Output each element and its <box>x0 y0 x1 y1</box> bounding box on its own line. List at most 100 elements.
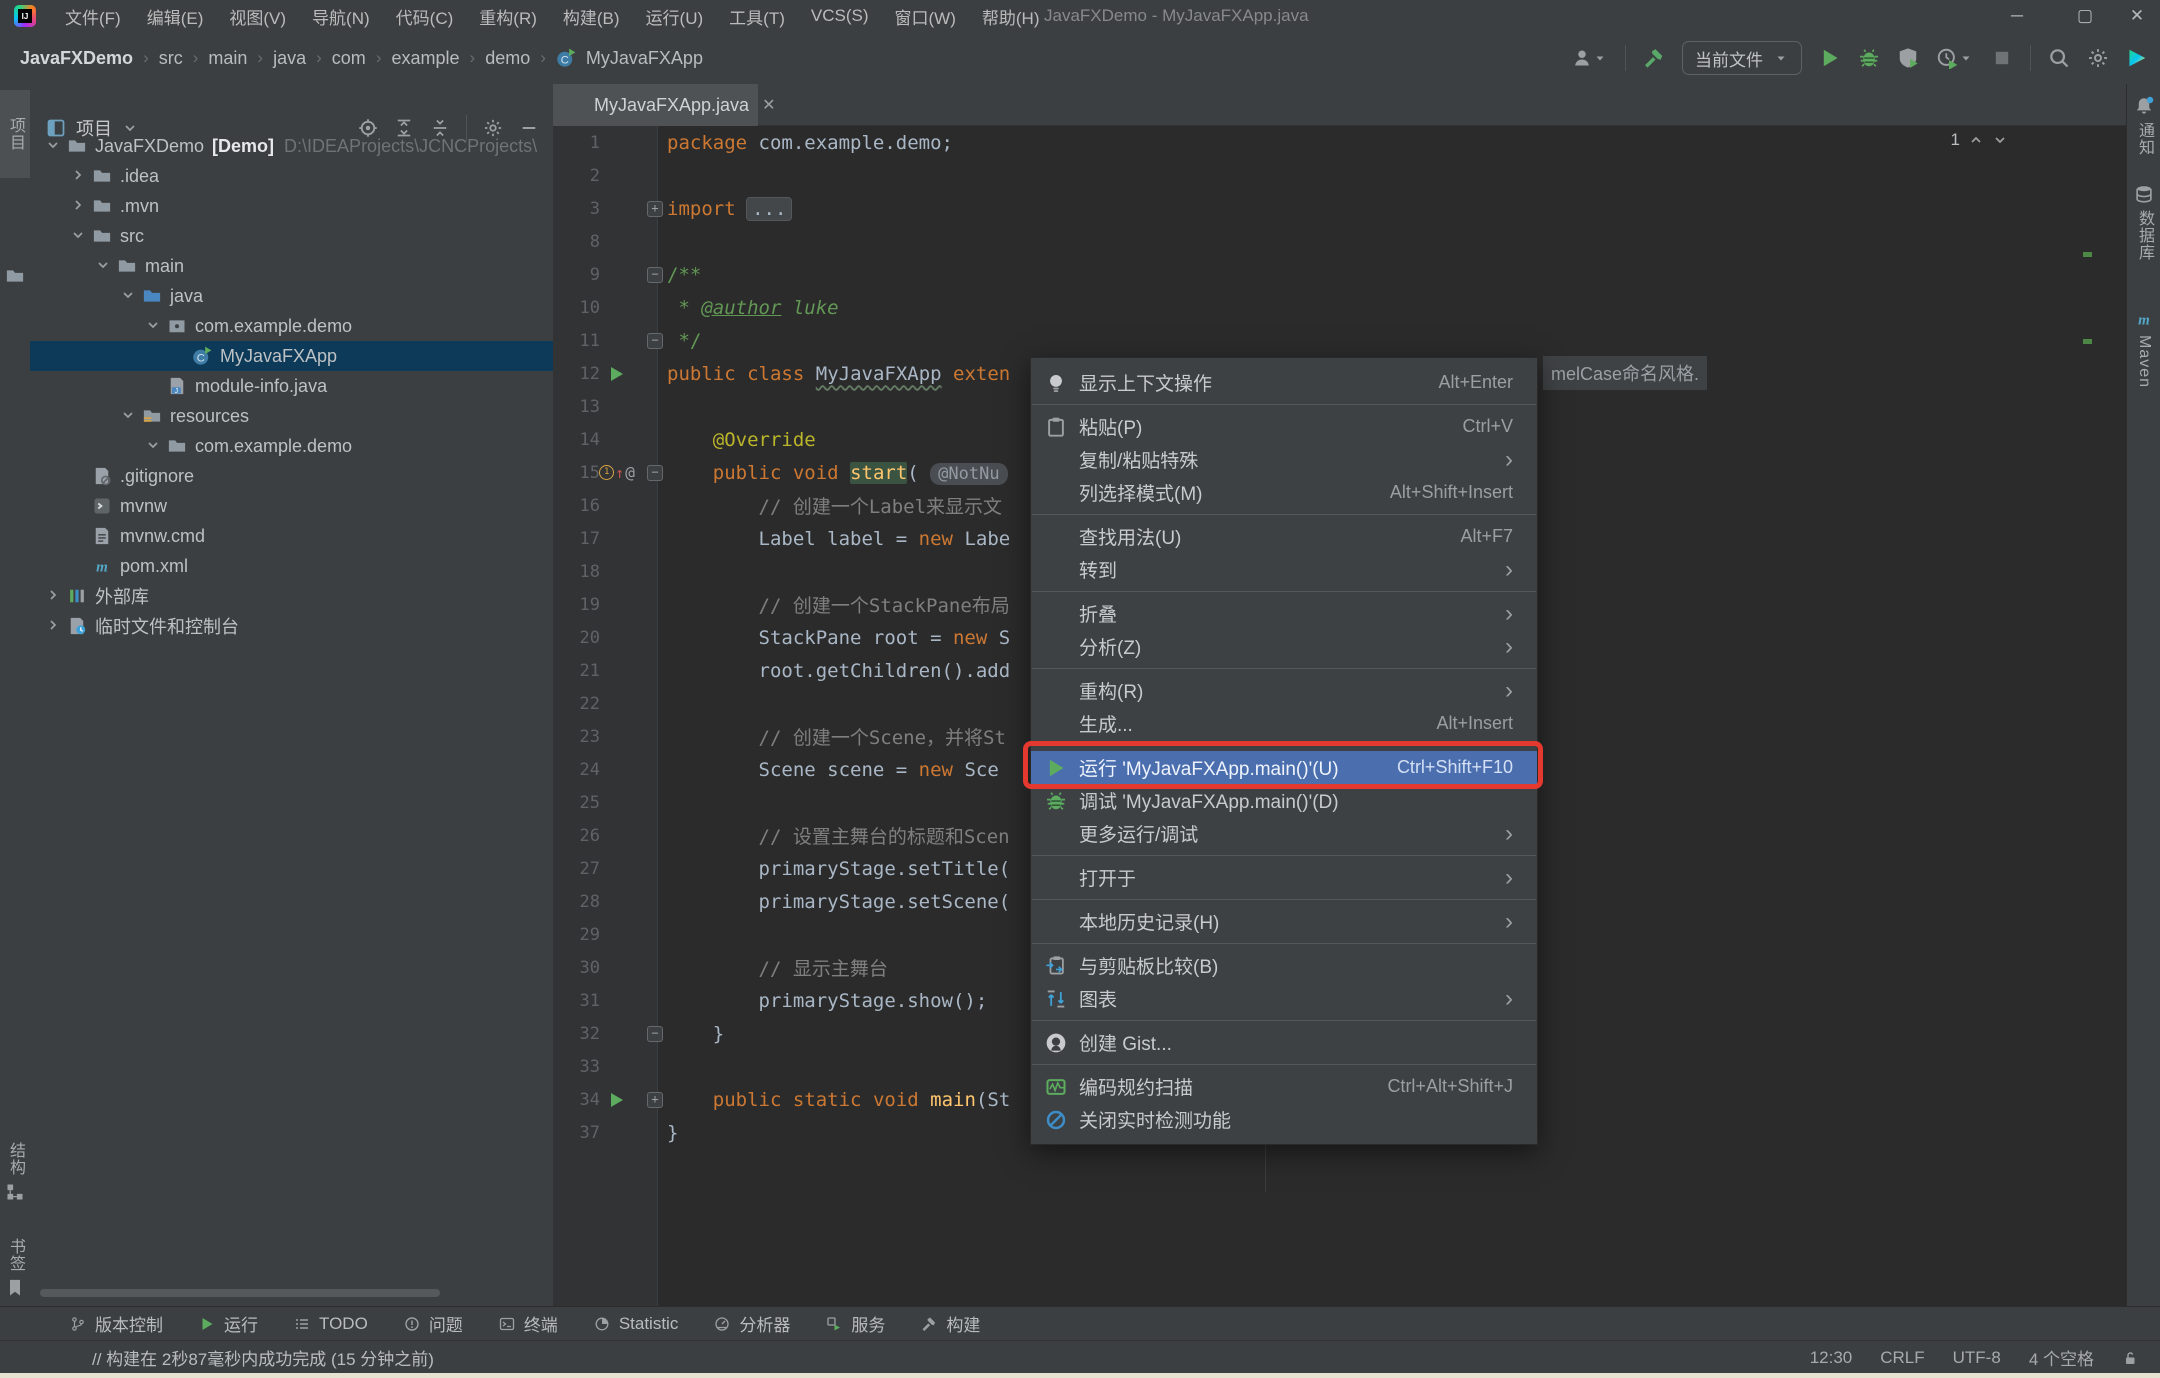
hammer-icon[interactable] <box>1643 47 1665 69</box>
menu-item[interactable]: 构建(B) <box>550 0 633 32</box>
context-menu-item[interactable]: 运行 'MyJavaFXApp.main()'(U)Ctrl+Shift+F10 <box>1031 751 1537 784</box>
menu-item[interactable]: 文件(F) <box>52 0 134 32</box>
tree-chevron[interactable] <box>45 584 67 609</box>
sidebar-item-database[interactable]: 数据库 <box>2127 184 2160 261</box>
menu-item[interactable]: 工具(T) <box>716 0 798 32</box>
context-menu-item[interactable]: 列选择模式(M)Alt+Shift+Insert <box>1031 476 1537 509</box>
context-menu-item[interactable]: 打开于› <box>1031 861 1537 894</box>
tree-chevron[interactable] <box>120 404 142 429</box>
tree-chevron[interactable] <box>95 254 117 279</box>
tree-row[interactable]: java <box>30 281 643 311</box>
sidebar-item-project[interactable]: 项目 <box>0 90 30 178</box>
close-tab-icon[interactable]: ✕ <box>762 95 775 115</box>
minimize-button[interactable]: ─ <box>1994 0 2040 32</box>
tree-row[interactable]: mvnw <box>30 491 593 521</box>
breadcrumb-item[interactable]: example <box>391 48 459 69</box>
tree-row[interactable]: .gitignore <box>30 461 593 491</box>
tree-row[interactable]: mpom.xml <box>30 551 593 581</box>
context-menu-item[interactable]: 调试 'MyJavaFXApp.main()'(D) <box>1031 784 1537 817</box>
sidebar-item-structure[interactable]: 结构 <box>0 1142 30 1202</box>
search-icon[interactable] <box>2048 47 2070 69</box>
tree-row[interactable]: 临时文件和控制台 <box>30 611 568 641</box>
menu-item[interactable]: 视图(V) <box>216 0 299 32</box>
fold-icon[interactable]: − <box>647 465 663 481</box>
coverage-button[interactable] <box>1936 47 1974 69</box>
toolwindow-button-问题[interactable]: 问题 <box>404 1311 463 1336</box>
toolwindow-button-构建[interactable]: 构建 <box>921 1311 980 1336</box>
toolwindow-button-statistic[interactable]: Statistic <box>594 1314 679 1334</box>
fold-icon[interactable]: − <box>647 333 663 349</box>
more-options-icon[interactable] <box>2082 92 2104 114</box>
tool-window-switcher-icon[interactable] <box>14 1348 34 1368</box>
tree-row[interactable]: JavaFXDemo[Demo]D:\IDEAProjects\JCNCProj… <box>30 131 568 161</box>
fold-icon[interactable]: + <box>647 201 663 217</box>
tree-row[interactable]: main <box>30 251 618 281</box>
fold-gutter[interactable]: + <box>634 1083 657 1116</box>
breadcrumb-item[interactable]: java <box>273 48 306 69</box>
sidebar-item-bookmarks[interactable]: 书签 <box>0 1238 30 1298</box>
status-item[interactable]: UTF-8 <box>1953 1348 2001 1368</box>
breadcrumb-item[interactable]: demo <box>485 48 530 69</box>
context-menu-item[interactable]: 分析(Z)› <box>1031 630 1537 663</box>
context-menu-item[interactable]: 更多运行/调试› <box>1031 817 1537 850</box>
tree-chevron[interactable] <box>70 164 92 189</box>
tree-row[interactable]: resources <box>30 401 643 431</box>
breadcrumb-item[interactable]: main <box>208 48 247 69</box>
ide-icon[interactable] <box>2126 47 2148 69</box>
lock-icon[interactable] <box>2122 1350 2138 1366</box>
fold-gutter[interactable]: − <box>634 1017 657 1050</box>
sidebar-item-maven[interactable]: mMaven <box>2127 309 2160 388</box>
context-menu-item[interactable]: 查找用法(U)Alt+F7 <box>1031 520 1537 553</box>
run-gutter-icon[interactable] <box>611 367 623 381</box>
context-menu-item[interactable]: 图表› <box>1031 982 1537 1015</box>
tree-chevron[interactable] <box>45 134 67 159</box>
context-menu-item[interactable]: 粘贴(P)Ctrl+V <box>1031 410 1537 443</box>
gear-icon[interactable] <box>2087 47 2109 69</box>
fold-icon[interactable]: − <box>647 1026 663 1042</box>
context-menu-item[interactable]: 关闭实时检测功能 <box>1031 1103 1537 1136</box>
tab-myjavafxapp[interactable]: MyJavaFXApp.java ✕ <box>553 84 758 126</box>
gutter-icons[interactable] <box>600 367 634 381</box>
run-gutter-icon[interactable] <box>611 1093 623 1107</box>
tree-row[interactable]: mvnw.cmd <box>30 521 593 551</box>
context-menu-item[interactable]: 本地历史记录(H)› <box>1031 905 1537 938</box>
menu-item[interactable]: 窗口(W) <box>882 0 969 32</box>
tree-row[interactable]: src <box>30 221 593 251</box>
toolwindow-button-版本控制[interactable]: 版本控制 <box>70 1311 163 1336</box>
status-item[interactable]: CRLF <box>1880 1348 1924 1368</box>
toolwindow-button-终端[interactable]: 终端 <box>499 1311 558 1336</box>
sidebar-item-bell[interactable]: 通知 <box>2127 96 2160 156</box>
context-menu-item[interactable]: 显示上下文操作Alt+Enter <box>1031 366 1537 399</box>
status-item[interactable]: 4 个空格 <box>2029 1345 2094 1370</box>
context-menu-item[interactable]: 编码规约扫描Ctrl+Alt+Shift+J <box>1031 1070 1537 1103</box>
tree-chevron[interactable] <box>145 434 167 459</box>
maximize-button[interactable]: ▢ <box>2062 0 2108 32</box>
fold-gutter[interactable]: − <box>634 258 657 291</box>
inspection-widget[interactable]: 1 <box>1927 130 2008 150</box>
status-item[interactable]: 12:30 <box>1810 1348 1853 1368</box>
run-config-dropdown[interactable]: 当前文件 <box>1682 41 1802 75</box>
fold-icon[interactable]: − <box>647 267 663 283</box>
toolwindow-button-todo[interactable]: TODO <box>294 1314 368 1334</box>
tree-chevron[interactable] <box>70 224 92 249</box>
menu-item[interactable]: VCS(S) <box>798 0 882 32</box>
menu-item[interactable]: 编辑(E) <box>134 0 217 32</box>
menu-item[interactable]: 重构(R) <box>466 0 550 32</box>
breadcrumb-item[interactable]: JavaFXDemo <box>20 48 133 69</box>
fold-gutter[interactable]: − <box>634 324 657 357</box>
tree-chevron[interactable] <box>145 314 167 339</box>
breadcrumb-item[interactable]: MyJavaFXApp <box>586 48 703 69</box>
fold-gutter[interactable]: − <box>634 456 657 489</box>
breadcrumb-item[interactable]: com <box>332 48 366 69</box>
fold-icon[interactable]: + <box>647 1092 663 1108</box>
tree-row[interactable]: .mvn <box>30 191 593 221</box>
gutter-icons[interactable] <box>600 1093 634 1107</box>
context-menu-item[interactable]: 创建 Gist... <box>1031 1026 1537 1059</box>
close-button[interactable]: ✕ <box>2114 0 2160 32</box>
menu-item[interactable]: 代码(C) <box>383 0 467 32</box>
context-menu-item[interactable]: 重构(R)› <box>1031 674 1537 707</box>
tree-chevron[interactable] <box>70 194 92 219</box>
tree-row[interactable]: .idea <box>30 161 593 191</box>
toolwindow-button-服务[interactable]: 服务 <box>826 1311 885 1336</box>
horizontal-scrollbar[interactable] <box>40 1289 440 1297</box>
